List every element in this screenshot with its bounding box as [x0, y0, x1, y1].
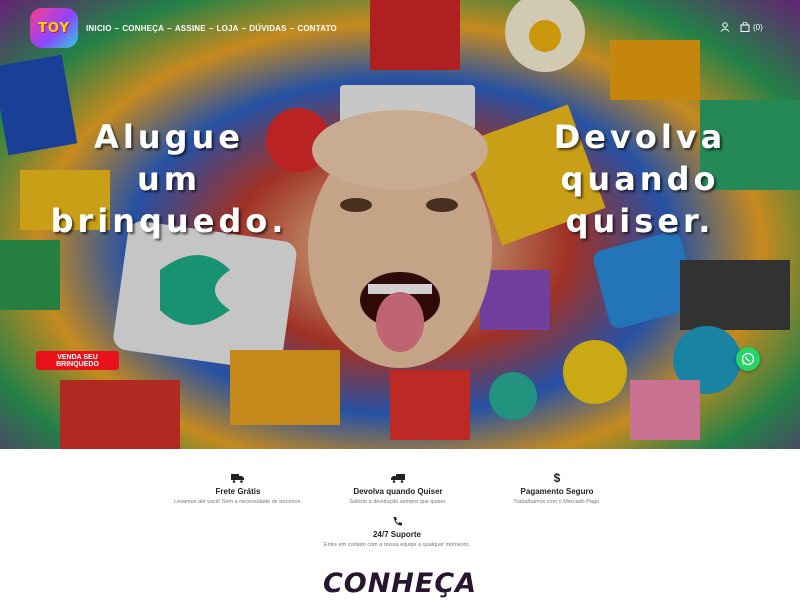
- main-nav: INICIO – CONHEÇA – ASSINE – LOJA – DÚVID…: [86, 24, 337, 33]
- hero-headline-left: Alugue um brinquedo.: [28, 116, 310, 242]
- nav-item-contato[interactable]: CONTATO: [297, 24, 337, 33]
- feature-desc: Trabalhamos com o Mercado Pago.: [513, 499, 601, 505]
- feature-title: 24/7 Suporte: [372, 530, 421, 539]
- nav-item-conheca[interactable]: CONHEÇA: [122, 24, 164, 33]
- hero-headline-right: Devolva quando quiser.: [530, 116, 750, 242]
- feature-desc: Entre em contato com a nossa equipe a qu…: [323, 542, 471, 548]
- feature-support: 24/7 Suporte Entre em contato com a noss…: [297, 514, 497, 548]
- return-truck-icon: [391, 474, 405, 483]
- shopping-bag-icon: [740, 22, 750, 32]
- logo-text: TOY: [38, 20, 70, 36]
- truck-icon: [231, 474, 244, 483]
- hero-right-line: quando: [560, 160, 720, 198]
- feature-secure-payment: $ Pagamento Seguro Trabalhamos com o Mer…: [457, 471, 657, 505]
- cart-button[interactable]: (0): [740, 22, 763, 32]
- site-logo[interactable]: TOY: [30, 8, 78, 48]
- nav-item-assine[interactable]: ASSINE: [175, 24, 206, 33]
- user-icon[interactable]: [720, 22, 730, 32]
- nav-item-duvidas[interactable]: DÚVIDAS: [249, 24, 286, 33]
- header-icons: (0): [720, 22, 763, 32]
- nav-item-loja[interactable]: LOJA: [216, 24, 238, 33]
- whatsapp-button[interactable]: [736, 347, 760, 371]
- hero-left-line: brinquedo.: [50, 202, 288, 240]
- nav-separator: –: [208, 24, 214, 33]
- nav-separator: –: [167, 24, 172, 33]
- hero-left-line: um: [136, 160, 202, 198]
- nav-item-inicio[interactable]: INICIO: [86, 24, 112, 33]
- nav-separator: –: [241, 24, 247, 33]
- hero-right-line: Devolva: [553, 118, 727, 156]
- cart-count: (0): [753, 22, 763, 32]
- section-title: CONHEÇA: [322, 568, 478, 599]
- hero-right-line: quiser.: [565, 202, 715, 240]
- hero-left-line: Alugue: [94, 118, 244, 156]
- nav-separator: –: [114, 24, 120, 33]
- whatsapp-icon: [741, 352, 755, 366]
- phone-icon: [393, 516, 402, 525]
- dollar-icon: $: [553, 471, 561, 485]
- sell-toy-button[interactable]: VENDA SEU BRINQUEDO: [36, 351, 119, 370]
- feature-title: Pagamento Seguro: [520, 487, 594, 496]
- nav-separator: –: [289, 24, 295, 33]
